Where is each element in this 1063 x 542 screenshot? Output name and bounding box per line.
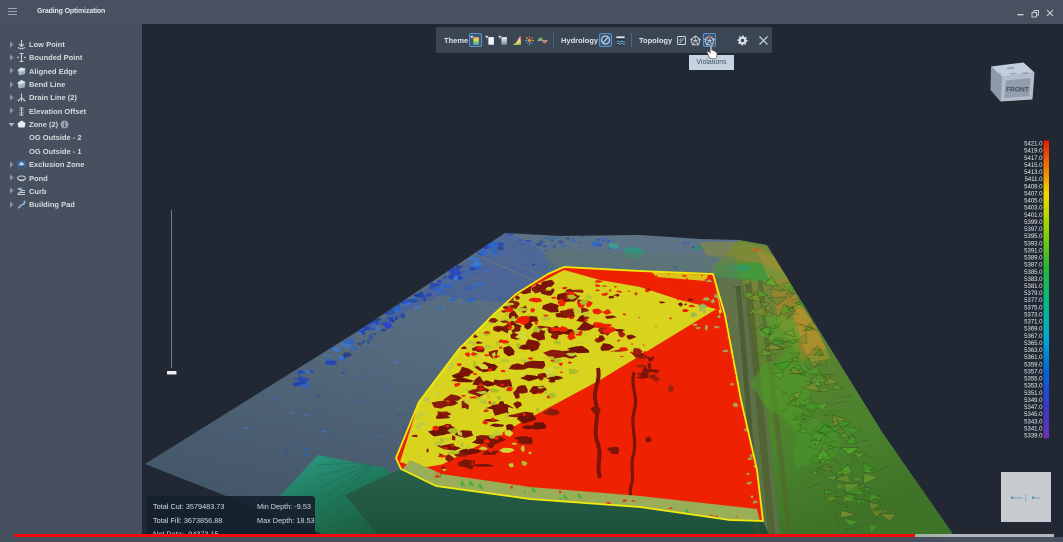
- svg-text:5387.0: 5387.0: [1024, 263, 1043, 269]
- svg-text:5367.0: 5367.0: [1024, 334, 1043, 340]
- svg-text:5403.0: 5403.0: [1024, 206, 1043, 212]
- svg-text:5343.0: 5343.0: [1024, 419, 1043, 425]
- svg-text:5375.0: 5375.0: [1024, 305, 1043, 311]
- svg-text:5339.0: 5339.0: [1024, 434, 1043, 440]
- svg-text:Total Cut: 3579483.73: Total Cut: 3579483.73: [153, 502, 224, 511]
- svg-text:5353.0: 5353.0: [1024, 384, 1043, 390]
- svg-text:5419.0: 5419.0: [1024, 149, 1043, 155]
- svg-text:5357.0: 5357.0: [1024, 369, 1043, 375]
- svg-text:5351.0: 5351.0: [1024, 391, 1043, 397]
- svg-text:5355.0: 5355.0: [1024, 377, 1043, 383]
- svg-text:5417.0: 5417.0: [1024, 156, 1043, 162]
- svg-text:Total Fill: 3673856.88: Total Fill: 3673856.88: [153, 516, 222, 525]
- svg-text:5405.0: 5405.0: [1024, 199, 1043, 205]
- svg-text:5409.0: 5409.0: [1024, 184, 1043, 190]
- svg-text:5345.0: 5345.0: [1024, 412, 1043, 418]
- svg-text:5379.0: 5379.0: [1024, 291, 1043, 297]
- svg-text:5361.0: 5361.0: [1024, 355, 1043, 361]
- svg-text:5421.0: 5421.0: [1024, 142, 1043, 148]
- svg-text:5413.0: 5413.0: [1024, 170, 1043, 176]
- svg-text:5349.0: 5349.0: [1024, 398, 1043, 404]
- svg-text:5359.0: 5359.0: [1024, 362, 1043, 368]
- svg-text:5341.0: 5341.0: [1024, 426, 1043, 432]
- svg-text:5363.0: 5363.0: [1024, 348, 1043, 354]
- svg-text:5389.0: 5389.0: [1024, 256, 1043, 262]
- svg-text:5401.0: 5401.0: [1024, 213, 1043, 219]
- svg-text:5365.0: 5365.0: [1024, 341, 1043, 347]
- svg-text:5383.0: 5383.0: [1024, 277, 1043, 283]
- svg-text:5395.0: 5395.0: [1024, 234, 1043, 240]
- svg-text:5411.0: 5411.0: [1025, 177, 1044, 183]
- svg-text:5381.0: 5381.0: [1024, 284, 1043, 290]
- svg-text:FRONT: FRONT: [1006, 87, 1029, 94]
- svg-text:5391.0: 5391.0: [1024, 248, 1043, 254]
- svg-text:5397.0: 5397.0: [1024, 227, 1043, 233]
- svg-text:5399.0: 5399.0: [1024, 220, 1043, 226]
- svg-text:5371.0: 5371.0: [1024, 320, 1043, 326]
- svg-text:Max Depth: 18.53: Max Depth: 18.53: [257, 516, 315, 525]
- svg-text:5385.0: 5385.0: [1024, 270, 1043, 276]
- svg-text:5393.0: 5393.0: [1024, 241, 1043, 247]
- svg-text:Min Depth: -9.53: Min Depth: -9.53: [257, 502, 311, 511]
- svg-text:5377.0: 5377.0: [1024, 298, 1043, 304]
- svg-text:5347.0: 5347.0: [1024, 405, 1043, 411]
- svg-text:5415.0: 5415.0: [1024, 163, 1043, 169]
- svg-text:5369.0: 5369.0: [1024, 327, 1043, 333]
- svg-text:5407.0: 5407.0: [1024, 191, 1043, 197]
- svg-text:5373.0: 5373.0: [1024, 313, 1043, 319]
